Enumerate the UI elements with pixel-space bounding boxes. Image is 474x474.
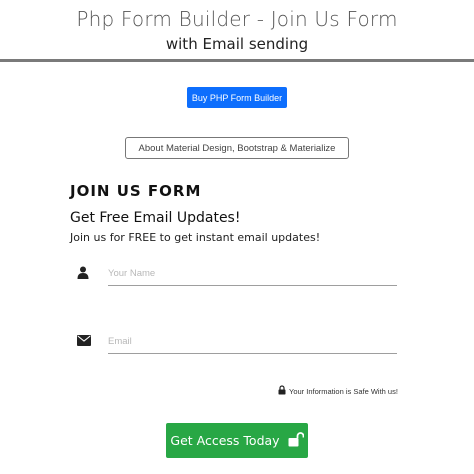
about-material-design-button[interactable]: About Material Design, Bootstrap & Mater… bbox=[125, 137, 349, 159]
page-title: Php Form Builder - Join Us Form bbox=[76, 7, 398, 31]
name-input[interactable] bbox=[108, 262, 397, 286]
form-lead: Join us for FREE to get instant email up… bbox=[70, 231, 321, 244]
get-access-today-button[interactable]: Get Access Today bbox=[166, 423, 308, 458]
unlock-icon bbox=[288, 431, 304, 450]
email-input[interactable] bbox=[108, 330, 397, 354]
page: Php Form Builder - Join Us Form with Ema… bbox=[0, 0, 474, 474]
privacy-note: Your Information is Safe With us! bbox=[278, 385, 398, 397]
privacy-note-text: Your Information is Safe With us! bbox=[289, 386, 398, 396]
user-icon bbox=[76, 265, 90, 279]
buy-php-form-builder-button[interactable]: Buy PHP Form Builder bbox=[187, 87, 287, 108]
page-subtitle: with Email sending bbox=[165, 35, 309, 53]
form-heading: Get Free Email Updates! bbox=[70, 210, 241, 226]
lock-icon bbox=[278, 385, 286, 397]
form-title: JOIN US FORM bbox=[70, 182, 202, 200]
submit-label: Get Access Today bbox=[170, 433, 280, 448]
envelope-icon bbox=[77, 333, 91, 347]
page-header: Php Form Builder - Join Us Form with Ema… bbox=[0, 0, 474, 62]
